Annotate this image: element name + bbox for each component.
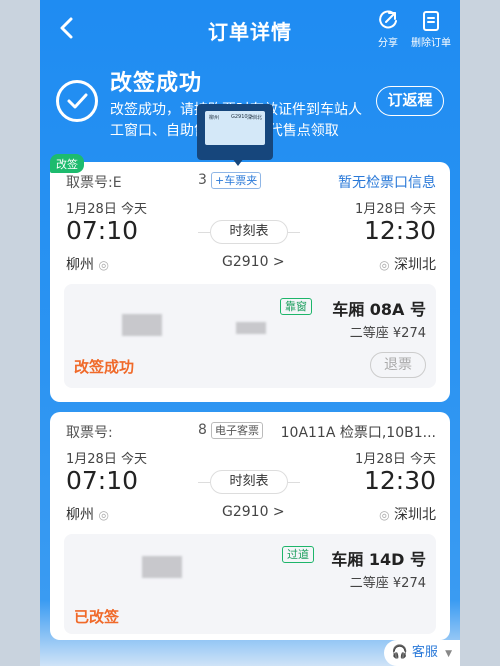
ticket-preview-popup[interactable]: 柳州 G2910 > 深圳北	[197, 104, 273, 166]
ticket-card-original[interactable]: 取票号: 8 电子客票 10A11A 检票口,10B1... 1月28日 今天 …	[50, 412, 450, 640]
to-station-name: 深圳北	[394, 507, 436, 523]
document-icon	[423, 11, 439, 31]
to-station-name: 深圳北	[394, 257, 436, 273]
check-circle-icon	[56, 80, 98, 122]
depart-time: 07:10	[66, 466, 139, 495]
pickup-number-label: 取票号:	[66, 425, 113, 441]
seat-number: 车厢 08A 号	[332, 300, 426, 319]
pickup-number-label: 取票号:E	[66, 175, 122, 191]
status-title: 改签成功	[110, 71, 203, 96]
divider	[288, 482, 300, 483]
seat-info-panel: 过道 车厢 14D 号 二等座 ¥274 已改签	[64, 534, 436, 634]
ticket-header: 取票号:E 3 +车票夹 暂无检票口信息	[66, 172, 436, 192]
ticket-thumbnail: 柳州 G2910 > 深圳北	[205, 111, 265, 145]
arrive-time: 12:30	[363, 216, 436, 245]
book-return-button[interactable]: 订返程	[376, 86, 444, 116]
divider	[198, 232, 210, 233]
arrive-date: 1月28日 今天	[355, 452, 436, 467]
refund-button[interactable]: 退票	[370, 352, 426, 378]
depart-date: 1月28日 今天	[66, 452, 147, 467]
share-icon	[379, 10, 397, 29]
share-button[interactable]: 分享	[374, 10, 402, 49]
headset-icon: 🎧	[391, 645, 408, 660]
depart-time: 07:10	[66, 216, 139, 245]
seat-tag-window: 靠窗	[280, 298, 312, 315]
redacted-passenger-name	[142, 556, 182, 578]
divider	[198, 482, 210, 483]
location-pin-icon[interactable]: ◎	[98, 258, 108, 272]
nav-bar: 订单详情 分享 删除订单	[40, 0, 460, 58]
pickup-number-tail: 8	[198, 422, 207, 438]
popup-arrow	[232, 158, 244, 166]
seat-number: 车厢 14D 号	[331, 550, 426, 569]
phone-screen: 订单详情 分享 删除订单 改签成功 改签成功，请持购票时有效证件到车站人工窗口、…	[40, 0, 460, 666]
divider	[288, 232, 300, 233]
schedule-button[interactable]: 时刻表	[210, 220, 288, 244]
check-gate-info: 暂无检票口信息	[338, 175, 436, 191]
share-label: 分享	[378, 38, 398, 49]
ticket-thumb-to: 深圳北	[247, 115, 263, 121]
location-pin-icon[interactable]: ◎	[98, 508, 108, 522]
depart-date: 1月28日 今天	[66, 202, 147, 217]
seat-status: 改签成功	[74, 358, 135, 376]
check-gate-info: 10A11A 检票口,10B1...	[280, 425, 436, 441]
schedule-button[interactable]: 时刻表	[210, 470, 288, 494]
e-ticket-badge: 电子客票	[211, 422, 263, 439]
train-number[interactable]: G2910 >	[222, 504, 285, 520]
redacted-passenger-name	[122, 314, 162, 336]
from-station: 柳州 ◎	[66, 254, 109, 274]
ticket-thumb-from: 柳州	[209, 115, 220, 121]
from-station: 柳州 ◎	[66, 504, 109, 524]
arrive-time: 12:30	[363, 466, 436, 495]
to-station: ◎ 深圳北	[379, 504, 436, 524]
delete-order-button[interactable]: 删除订单	[406, 10, 456, 49]
rebooked-tag: 改签	[50, 154, 84, 173]
customer-service-label: 客服	[411, 645, 438, 660]
ticket-header: 取票号: 8 电子客票 10A11A 检票口,10B1...	[66, 422, 436, 442]
seat-tag-aisle: 过道	[282, 546, 314, 563]
from-station-name: 柳州	[66, 257, 94, 273]
to-station: ◎ 深圳北	[379, 254, 436, 274]
train-number[interactable]: G2910 >	[222, 254, 285, 270]
redacted-id	[236, 322, 266, 334]
chevron-down-icon: ▼	[445, 649, 452, 659]
ticket-card-current[interactable]: 改签 取票号:E 3 +车票夹 暂无检票口信息 1月28日 今天 1月28日 今…	[50, 154, 450, 402]
seat-status: 已改签	[74, 608, 120, 626]
location-pin-icon[interactable]: ◎	[379, 258, 389, 272]
pickup-number-tail: 3	[198, 172, 207, 188]
seat-info-panel: 靠窗 车厢 08A 号 二等座 ¥274 改签成功 退票	[64, 284, 436, 388]
seat-class-price: 二等座 ¥274	[349, 576, 426, 591]
delete-order-label: 删除订单	[411, 38, 451, 49]
ticket-wallet-badge[interactable]: +车票夹	[211, 172, 262, 189]
arrive-date: 1月28日 今天	[355, 202, 436, 217]
location-pin-icon[interactable]: ◎	[379, 508, 389, 522]
seat-class-price: 二等座 ¥274	[349, 326, 426, 341]
from-station-name: 柳州	[66, 507, 94, 523]
customer-service-button[interactable]: 🎧 客服 ▼	[383, 640, 460, 666]
